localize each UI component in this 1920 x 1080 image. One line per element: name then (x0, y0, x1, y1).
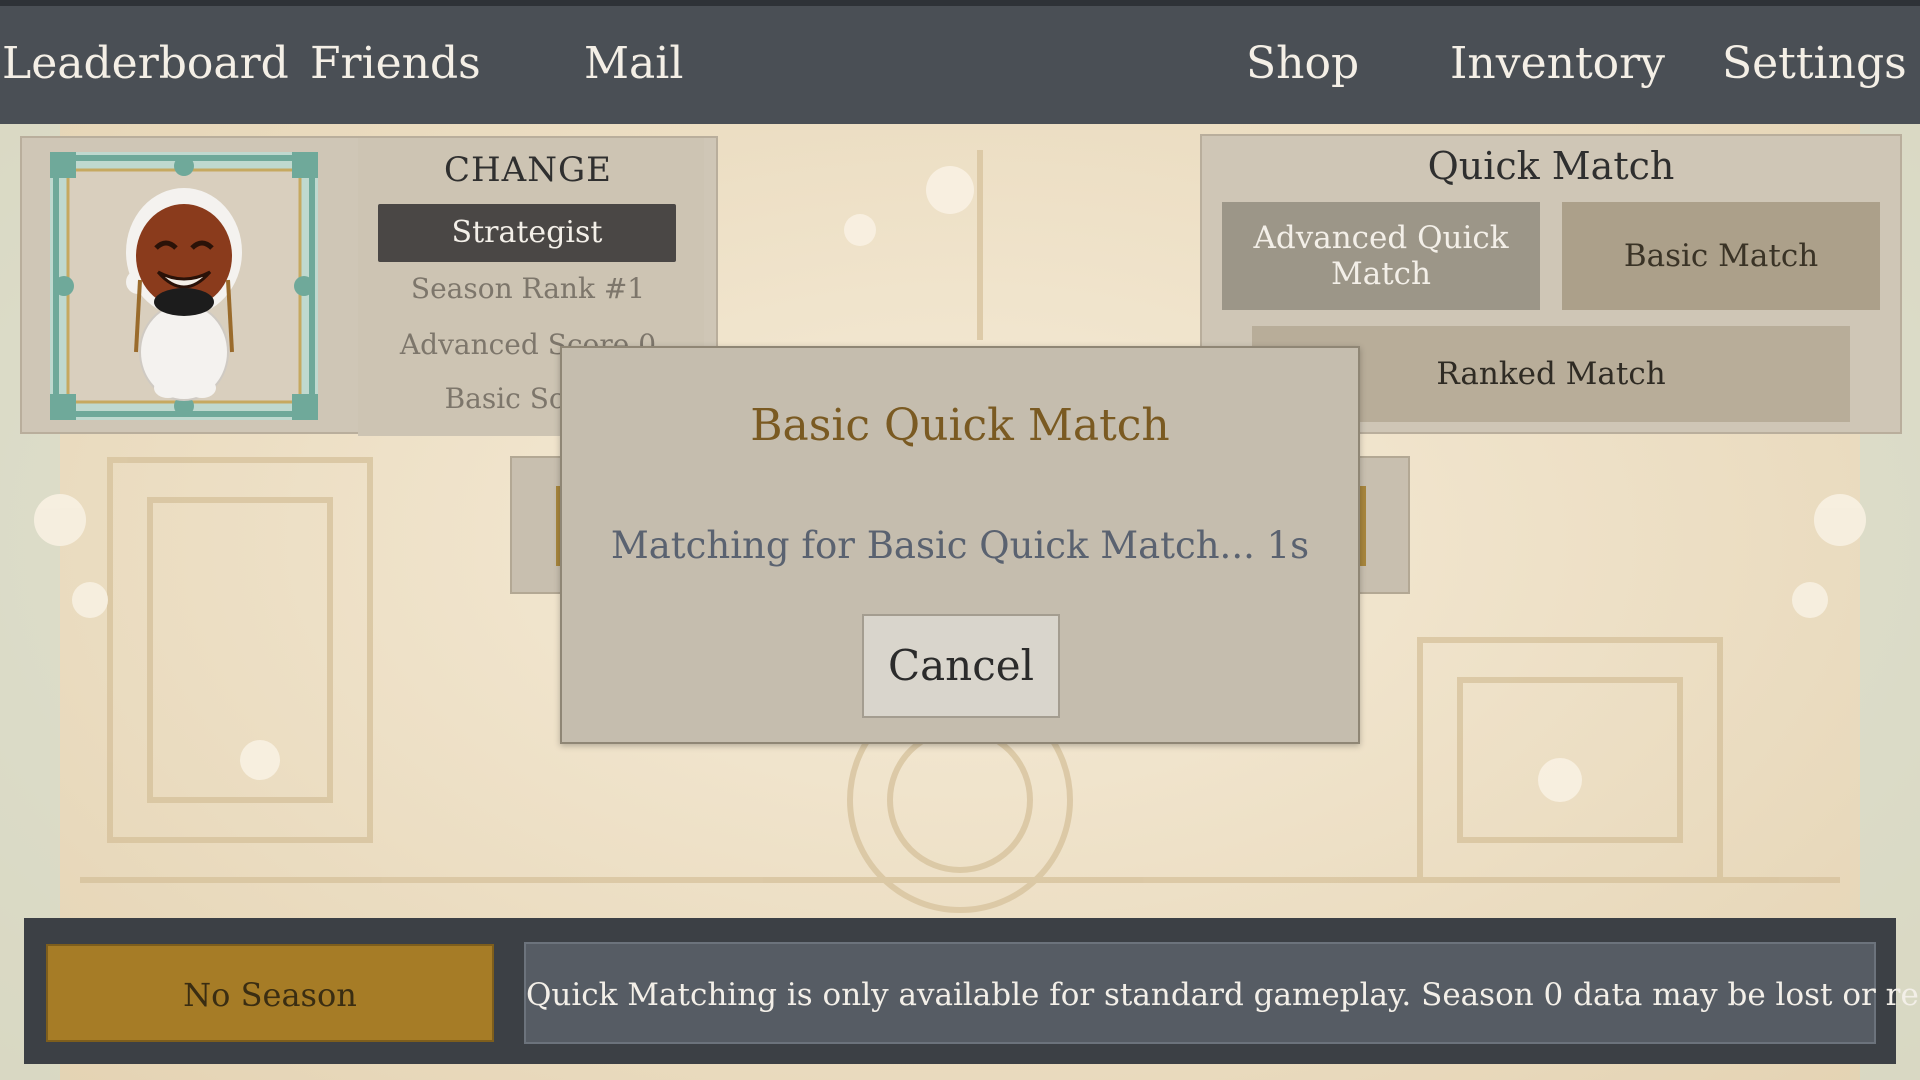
quick-match-title: Quick Match (1427, 144, 1675, 188)
character-portrait-icon (50, 152, 318, 420)
role-button[interactable]: Strategist (378, 204, 676, 262)
footer-bar: No Season Quick Matching is only availab… (24, 918, 1920, 1064)
season-badge[interactable]: No Season (46, 944, 494, 1042)
basic-match-button[interactable]: Basic Match (1562, 202, 1880, 310)
nav-inventory[interactable]: Inventory (1450, 38, 1665, 89)
middle-panel-accent-right (1360, 486, 1366, 566)
matching-dialog: Basic Quick Match Matching for Basic Qui… (560, 346, 1360, 744)
nav-leaderboard[interactable]: Leaderboard (2, 38, 289, 89)
season-rank-text: Season Rank #1 (410, 272, 646, 305)
top-navigation-bar: Leaderboard Friends Mail Shop Inventory … (0, 0, 1920, 124)
change-label[interactable]: CHANGE (358, 150, 698, 190)
dialog-title: Basic Quick Match (750, 400, 1170, 451)
avatar[interactable] (50, 152, 318, 420)
nav-settings[interactable]: Settings (1722, 38, 1907, 89)
nav-friends[interactable]: Friends (310, 38, 481, 89)
matching-status-text: Matching for Basic Quick Match... 1s (610, 524, 1310, 567)
notice-banner: Quick Matching is only available for sta… (524, 942, 1920, 1044)
nav-shop[interactable]: Shop (1246, 38, 1359, 89)
nav-mail[interactable]: Mail (584, 38, 683, 89)
cancel-button[interactable]: Cancel (862, 614, 1060, 718)
advanced-quick-match-button[interactable]: Advanced Quick Match (1222, 202, 1540, 310)
